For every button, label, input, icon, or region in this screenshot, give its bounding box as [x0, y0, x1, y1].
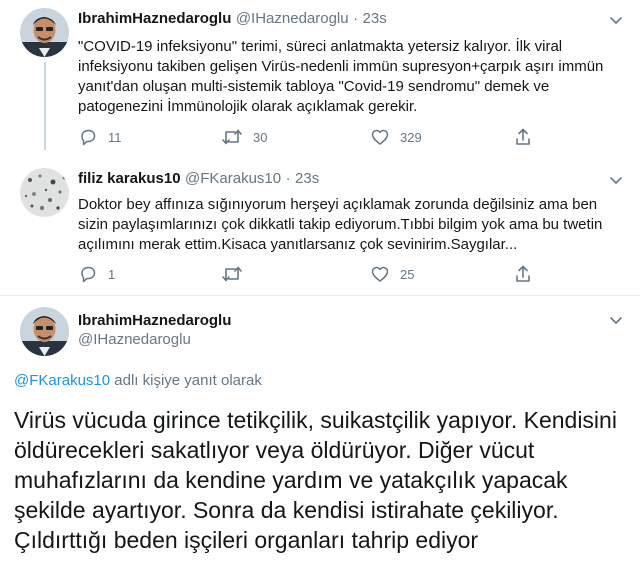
tweet-text: Doktor bey affınıza sığınıyorum herşeyi …	[78, 196, 603, 253]
like-count: 329	[400, 129, 422, 145]
retweet-icon	[222, 266, 242, 282]
tweet-text: Virüs vücuda girince tetikçilik, suikast…	[14, 407, 617, 553]
avatar[interactable]	[20, 8, 69, 57]
timestamp[interactable]: 23s	[363, 10, 387, 27]
heart-icon	[371, 129, 389, 145]
avatar[interactable]	[20, 307, 69, 356]
timestamp[interactable]: 23s	[295, 170, 319, 187]
user-handle[interactable]: @IHaznedaroglu	[236, 10, 349, 27]
display-name[interactable]: IbrahimHaznedaroglu	[78, 312, 231, 329]
chevron-down-icon[interactable]	[608, 172, 624, 188]
reply-count: 11	[108, 129, 122, 145]
heart-icon	[371, 266, 389, 282]
chevron-down-icon[interactable]	[608, 12, 624, 28]
like-button[interactable]: 25	[370, 264, 414, 284]
avatar-photo	[20, 168, 69, 217]
like-button[interactable]: 329	[370, 127, 422, 147]
reply-context-label: adlı kişiye yanıt olarak	[110, 372, 262, 389]
reply-icon	[81, 129, 96, 146]
tweet-text: "COVID-19 infeksiyonu" terimi, süreci an…	[78, 38, 604, 115]
display-name[interactable]: filiz karakus10	[78, 170, 181, 187]
reply-context: @FKarakus10 adlı kişiye yanıt olarak	[14, 372, 262, 389]
reply-button[interactable]: 11	[78, 127, 122, 147]
like-count: 25	[400, 266, 415, 282]
chevron-down-icon[interactable]	[608, 312, 624, 328]
thread-line	[44, 62, 46, 150]
retweet-count: 30	[253, 129, 268, 145]
user-handle[interactable]: @IHaznedaroglu	[78, 331, 231, 348]
divider	[0, 295, 640, 296]
reply-mention-link[interactable]: @FKarakus10	[14, 372, 110, 389]
separator-dot: ·	[353, 10, 359, 27]
share-icon	[516, 128, 530, 145]
tweet-actions: 1 25	[78, 264, 618, 284]
retweet-button[interactable]: 30	[221, 127, 267, 147]
share-icon	[516, 265, 530, 282]
reply-icon	[81, 266, 96, 283]
display-name[interactable]: IbrahimHaznedaroglu	[78, 10, 231, 27]
retweet-button[interactable]	[221, 264, 253, 284]
avatar-photo	[20, 307, 69, 356]
share-button[interactable]	[513, 264, 533, 284]
retweet-icon	[222, 129, 242, 145]
separator-dot: ·	[285, 170, 291, 187]
tweet-actions: 11 30 329	[78, 127, 618, 147]
avatar[interactable]	[20, 168, 69, 217]
user-handle[interactable]: @FKarakus10	[185, 170, 281, 187]
avatar-photo	[20, 8, 69, 57]
reply-count: 1	[108, 266, 116, 282]
share-button[interactable]	[513, 127, 533, 147]
reply-button[interactable]: 1	[78, 264, 115, 284]
